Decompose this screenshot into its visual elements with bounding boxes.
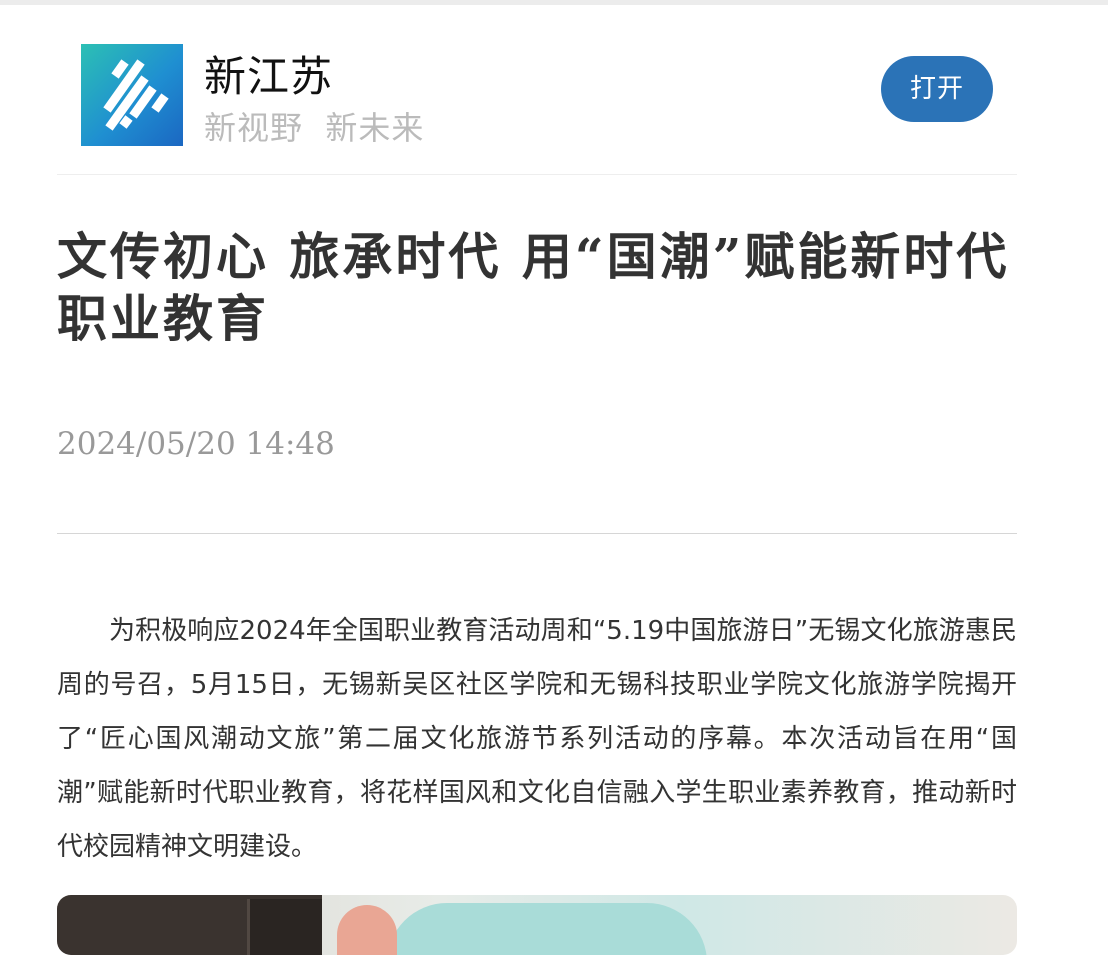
divider (57, 533, 1017, 534)
app-logo[interactable] (81, 44, 183, 146)
open-app-button[interactable]: 打开 (881, 56, 993, 122)
publish-time: 2024/05/20 14:48 (57, 426, 335, 462)
image-teal-arch (387, 903, 707, 955)
app-name: 新江苏 (204, 52, 334, 101)
article-title: 文传初心 旅承时代 用“国潮”赋能新时代职业教育 (57, 227, 1010, 348)
article-image[interactable] (57, 895, 1017, 955)
app-slogan: 新视野 新未来 (204, 109, 425, 147)
xinjiangsu-logo-icon (103, 59, 169, 131)
image-pink-shape (337, 905, 397, 955)
article-paragraph: 为积极响应2024年全国职业教育活动周和“5.19中国旅游日”无锡文化旅游惠民周… (57, 616, 1017, 862)
image-frame (247, 899, 322, 955)
app-download-banner: 新江苏 新视野 新未来 打开 (57, 5, 1017, 175)
